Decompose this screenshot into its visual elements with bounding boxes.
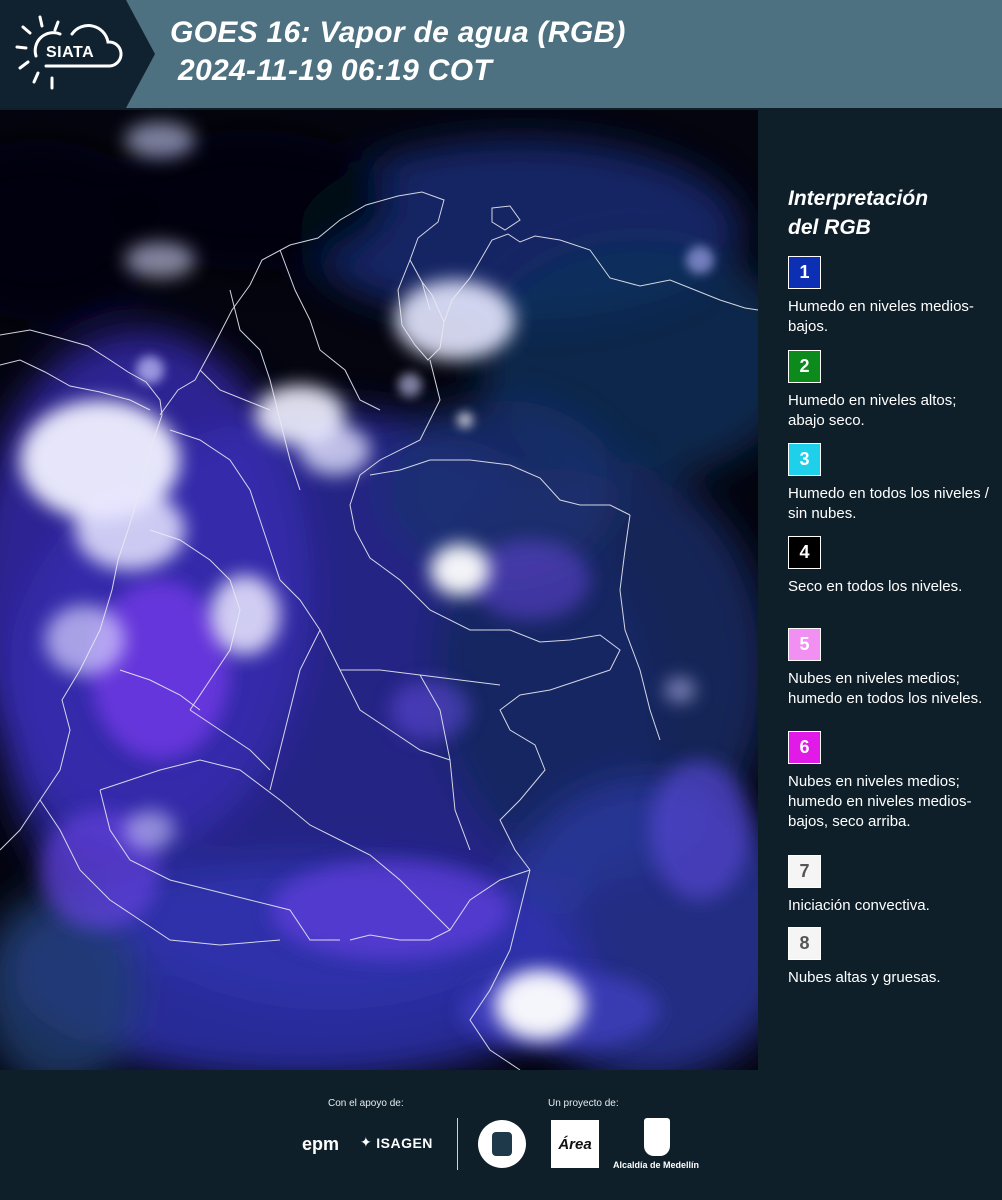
legend-swatch: 8 [788, 927, 821, 960]
legend-item: 8 Nubes altas y gruesas. [788, 927, 993, 988]
legend-swatch: 1 [788, 256, 821, 289]
legend-description: Iniciación convectiva. [788, 897, 930, 914]
legend-description: Nubes en niveles medios; humedo en nivel… [788, 773, 972, 830]
area-metropolitana-logo: Área [551, 1120, 599, 1168]
legend-swatch: 7 [788, 855, 821, 888]
legend-swatch: 6 [788, 731, 821, 764]
alcaldia-label: Alcaldía de Medellín [613, 1160, 700, 1170]
legend-item: 5 Nubes en niveles medios; humedo en todo… [788, 628, 993, 709]
isagen-logo: ✦ ISAGEN [360, 1134, 433, 1151]
siata-logo-text: SIATA [46, 44, 95, 61]
support-label: Con el apoyo de: [328, 1098, 404, 1109]
legend-description: Seco en todos los niveles. [788, 578, 963, 595]
legend-title: Interpretación del RGB [788, 184, 993, 242]
legend-swatch: 5 [788, 628, 821, 661]
legend-item: 6 Nubes en niveles medios; humedo en nive… [788, 731, 993, 832]
legend-description: Nubes en niveles medios; humedo en todos… [788, 670, 983, 707]
rgb-legend: Interpretación del RGB 1 Humedo en nivele… [788, 184, 993, 986]
map-timestamp: 2024-11-19 06:19 COT [178, 54, 492, 87]
legend-description: Humedo en todos los niveles / sin nubes. [788, 485, 989, 522]
legend-description: Humedo en niveles altos; abajo seco. [788, 392, 957, 429]
siata-logo: SIATA [0, 0, 155, 108]
legend-item: 7 Iniciación convectiva. [788, 855, 993, 916]
legend-swatch: 2 [788, 350, 821, 383]
footer: Con el apoyo de: Un proyecto de: epm ✦ I… [0, 1070, 1002, 1200]
isagen-star-icon: ✦ [360, 1134, 373, 1150]
antioquia-seal-logo [478, 1120, 526, 1168]
map-title: GOES 16: Vapor de agua (RGB) [170, 16, 626, 49]
legend-swatch: 3 [788, 443, 821, 476]
legend-item: 4 Seco en todos los niveles. [788, 536, 993, 597]
legend-item: 3 Humedo en todos los niveles / sin nubes… [788, 443, 993, 524]
legend-title-line1: Interpretación [788, 187, 929, 210]
epm-logo: epm [302, 1134, 340, 1154]
satellite-map [0, 110, 758, 1070]
isagen-logo-text: ISAGEN [376, 1134, 433, 1151]
project-label: Un proyecto de: [548, 1098, 619, 1109]
legend-description: Nubes altas y gruesas. [788, 969, 941, 986]
header-band: SIATA GOES 16: Vapor de agua (RGB) 2024-… [0, 0, 1002, 108]
legend-swatch: 4 [788, 536, 821, 569]
medellin-shield-logo [644, 1118, 670, 1156]
legend-item: 1 Humedo en niveles medios-bajos. [788, 256, 993, 337]
footer-divider [457, 1118, 458, 1170]
legend-item: 2 Humedo en niveles altos; abajo seco. [788, 350, 993, 431]
legend-title-line2: del RGB [788, 216, 871, 239]
legend-description: Humedo en niveles medios-bajos. [788, 298, 974, 335]
